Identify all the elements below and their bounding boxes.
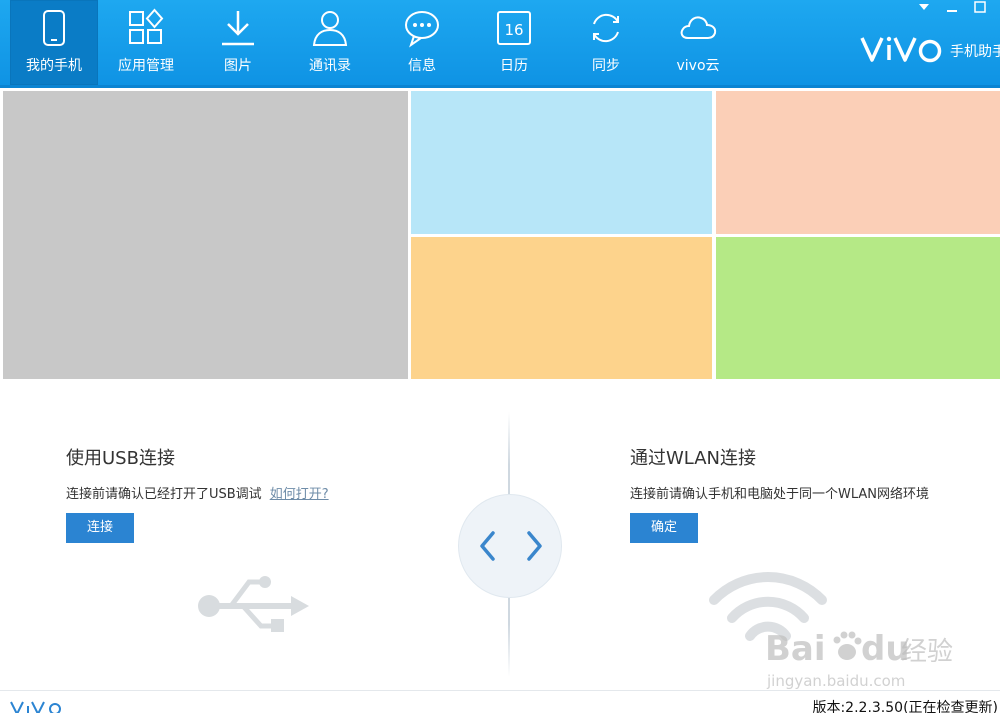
banner-tile-green[interactable] [716, 237, 1000, 379]
message-icon [402, 8, 442, 48]
usb-description-text: 连接前请确认已经打开了USB调试 [66, 487, 262, 502]
cloud-icon [678, 8, 718, 48]
version-text: 版本:2.2.3.50(正在检查更新) [812, 700, 998, 713]
connection-switcher [458, 494, 562, 598]
calendar-icon: 16 [494, 8, 534, 48]
download-icon [218, 8, 258, 48]
usb-panel-description: 连接前请确认已经打开了USB调试 如何打开? [66, 483, 329, 502]
nav-label: 我的手机 [26, 58, 82, 74]
maximize-icon[interactable] [944, 0, 960, 14]
status-bar: 版本:2.2.3.50(正在检查更新) [0, 690, 1000, 713]
sync-icon [586, 8, 626, 48]
nav-my-phone[interactable]: 我的手机 [10, 0, 98, 85]
nav-label: 图片 [224, 58, 252, 74]
nav-calendar[interactable]: 16 日历 [470, 0, 558, 85]
usb-icon [198, 576, 309, 632]
svg-text:经验: 经验 [901, 637, 953, 667]
banner-tile-orange[interactable] [411, 237, 712, 379]
chevron-left-icon[interactable] [467, 521, 507, 571]
banner-tile-blue[interactable] [411, 91, 712, 234]
nav-vivo-cloud[interactable]: vivo云 [654, 0, 742, 85]
nav-label: vivo云 [676, 58, 720, 74]
brand-text: 手机助手 [950, 44, 1000, 60]
usb-connect-button[interactable]: 连接 [66, 513, 134, 543]
svg-text:Bai: Bai [765, 629, 826, 669]
nav-label: 信息 [408, 58, 436, 74]
svg-text:jingyan.baidu.com: jingyan.baidu.com [766, 672, 905, 690]
nav-label: 通讯录 [309, 58, 351, 74]
how-to-open-link[interactable]: 如何打开? [270, 487, 329, 502]
nav-sync[interactable]: 同步 [562, 0, 650, 85]
vivo-logo [860, 36, 942, 63]
apps-icon [126, 8, 166, 48]
banner-tile-peach[interactable] [716, 91, 1000, 234]
nav-messages[interactable]: 信息 [378, 0, 466, 85]
wlan-panel-title: 通过WLAN连接 [630, 448, 757, 469]
nav-label: 应用管理 [118, 58, 174, 74]
nav-contacts[interactable]: 通讯录 [286, 0, 374, 85]
chevron-right-icon[interactable] [515, 521, 555, 571]
vivo-footer-logo [10, 701, 61, 713]
nav-app-manager[interactable]: 应用管理 [102, 0, 190, 85]
close-icon[interactable] [972, 0, 988, 14]
baidu-watermark: Bai du 经验 jingyan.baidu.com [765, 629, 953, 690]
nav-label: 同步 [592, 58, 620, 74]
nav-pictures[interactable]: 图片 [194, 0, 282, 85]
banner-tile-large[interactable] [3, 91, 408, 379]
wlan-confirm-button[interactable]: 确定 [630, 513, 698, 543]
phone-icon [34, 8, 74, 48]
wlan-panel-description: 连接前请确认手机和电脑处于同一个WLAN网络环境 [630, 487, 930, 502]
minimize-icon[interactable] [916, 0, 932, 14]
nav-label: 日历 [500, 58, 528, 74]
contact-icon [310, 8, 350, 48]
usb-panel-title: 使用USB连接 [66, 448, 175, 469]
calendar-day: 16 [504, 21, 523, 39]
main-toolbar: 我的手机 应用管理 图片 通讯录 信息 16 日历 同步 vivo云 手机助手 [0, 0, 1000, 88]
